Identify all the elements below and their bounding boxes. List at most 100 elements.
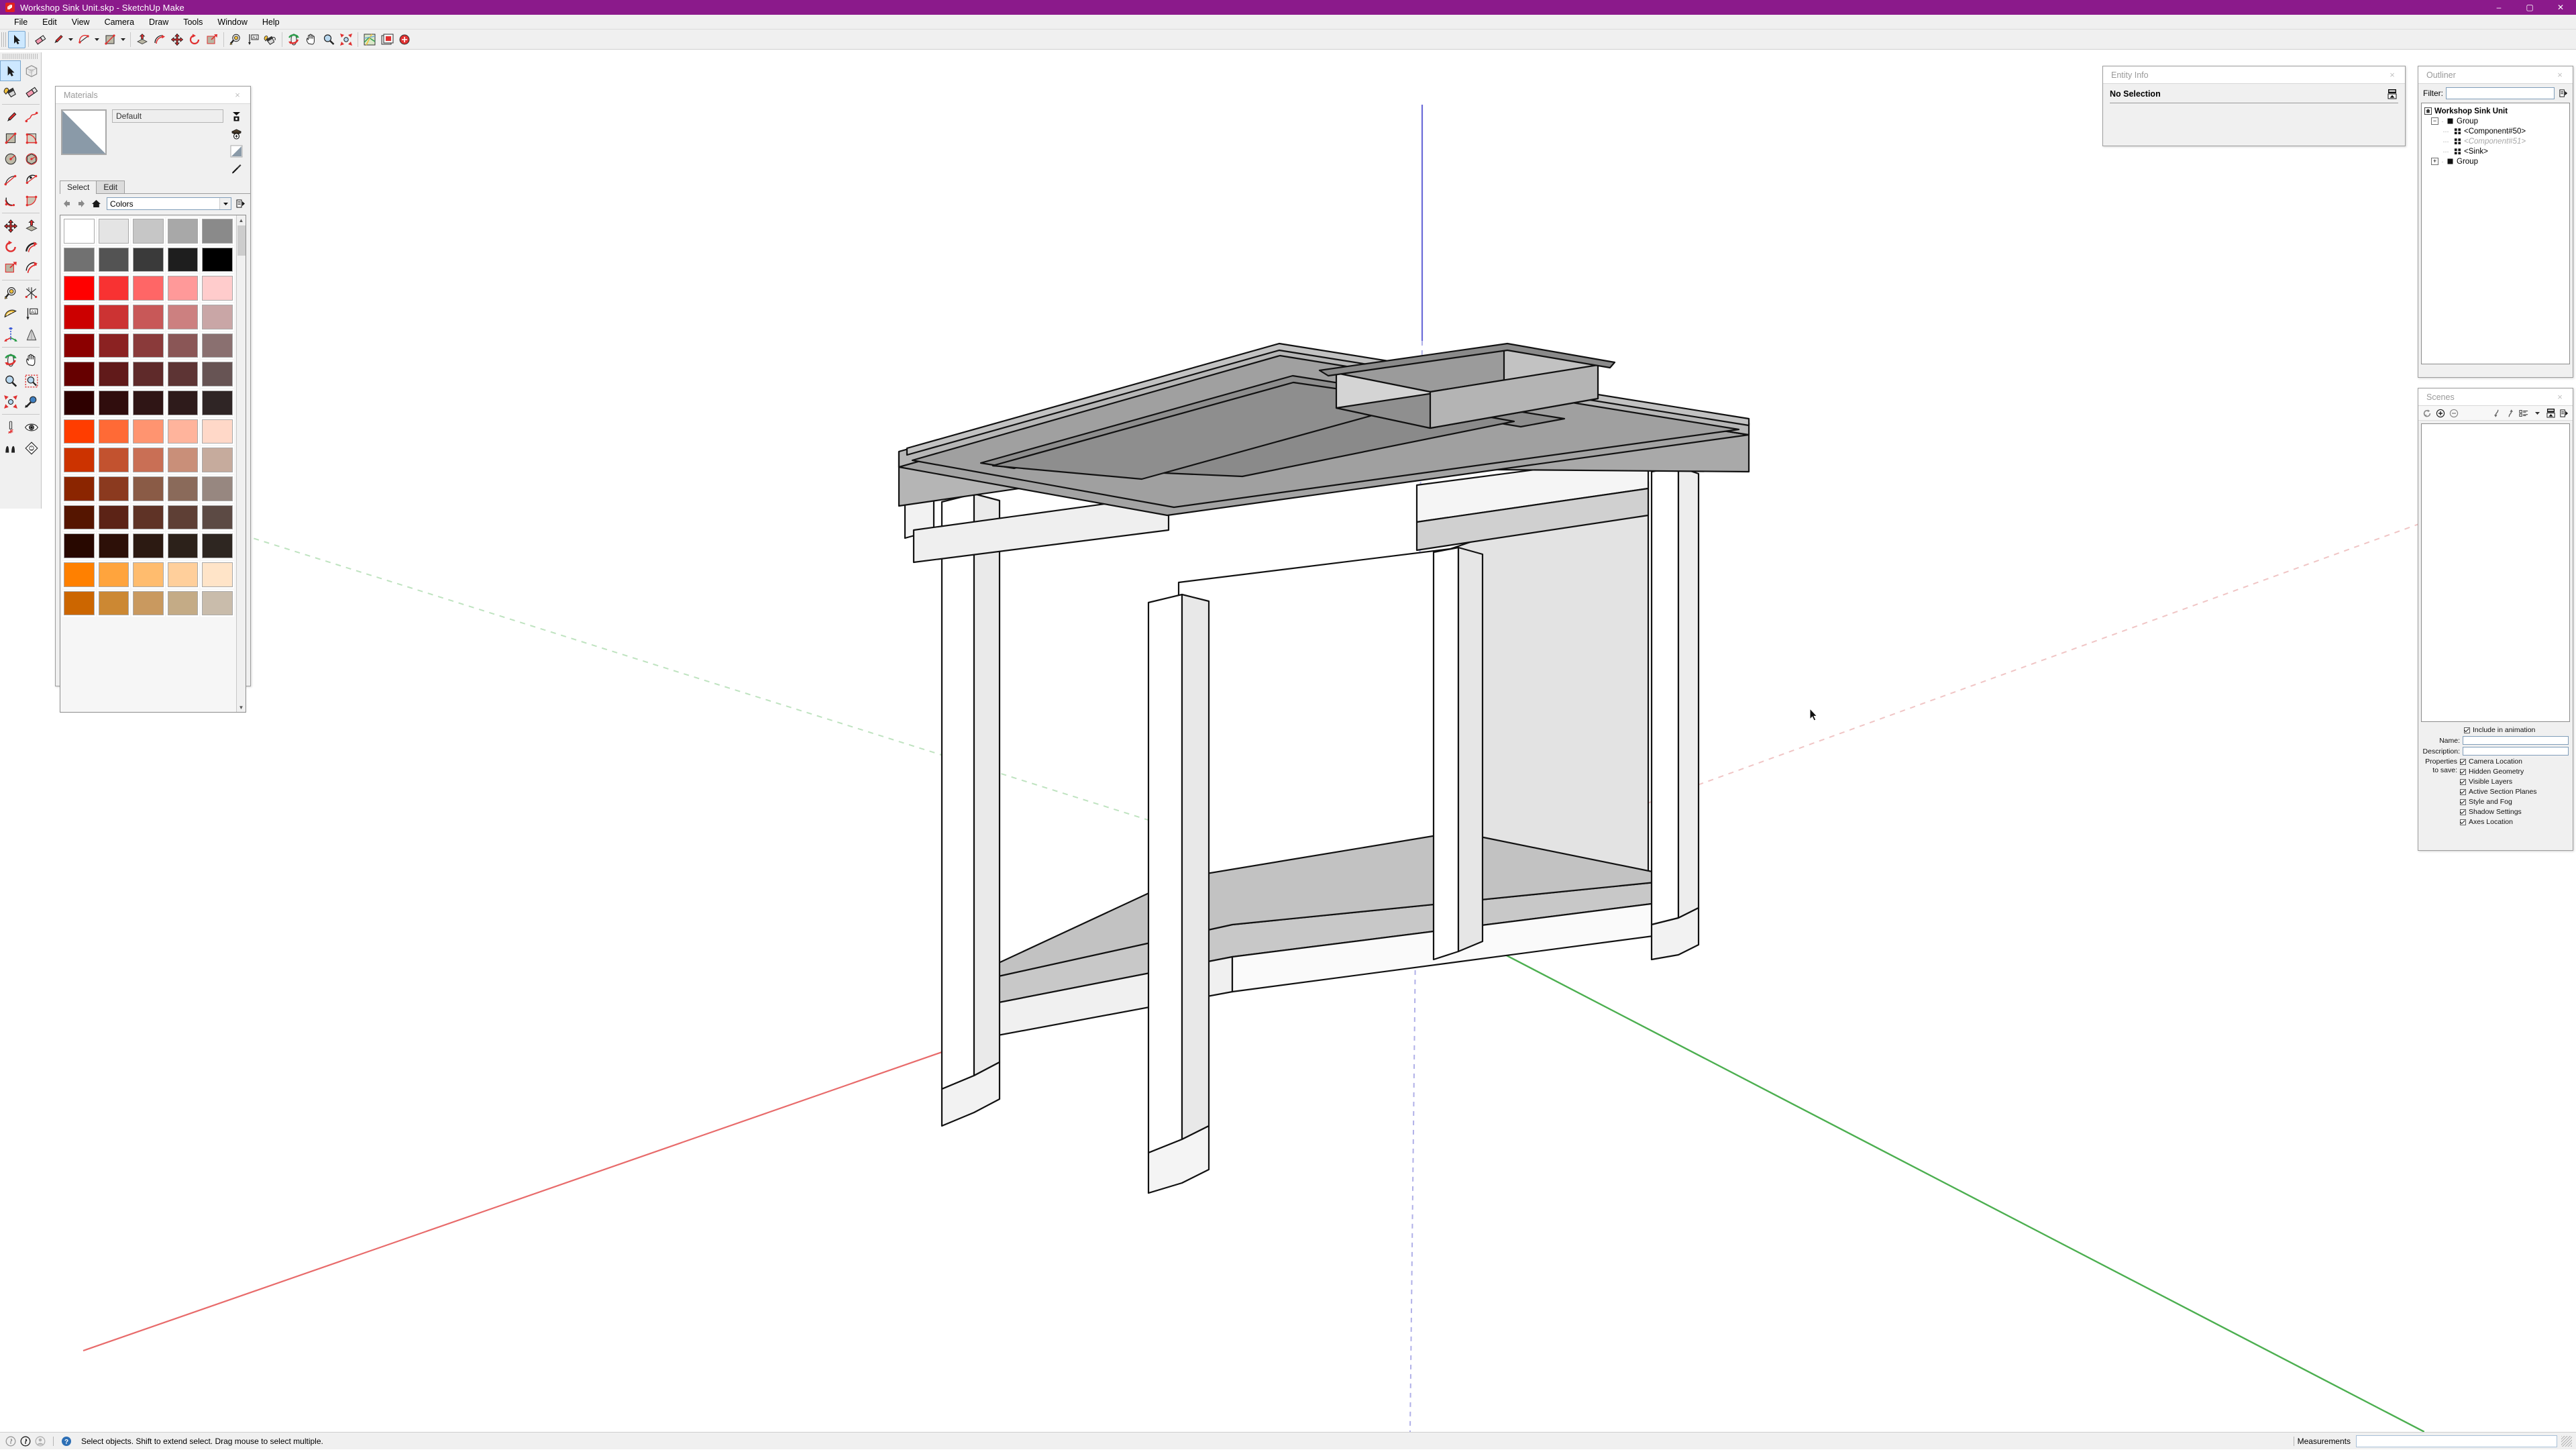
material-swatch[interactable] [97, 418, 131, 446]
lts-walk-tool[interactable] [0, 437, 21, 458]
lts-section-plane-tool[interactable]: C46 [21, 437, 42, 458]
arc-tool-dropdown[interactable] [93, 31, 101, 48]
expand-collapse-icon[interactable] [2544, 407, 2557, 419]
material-swatch[interactable] [62, 360, 96, 388]
material-swatch[interactable] [62, 274, 96, 302]
lts-freehand-tool[interactable] [21, 107, 42, 127]
material-swatch[interactable] [62, 332, 96, 360]
chevron-down-icon[interactable] [219, 198, 231, 209]
material-swatch[interactable] [62, 475, 96, 503]
material-swatch[interactable] [166, 360, 200, 388]
eraser-tool-button[interactable] [32, 31, 49, 48]
share-model-button[interactable] [378, 31, 396, 48]
material-swatch[interactable] [166, 475, 200, 503]
scene-property-checkbox[interactable] [2460, 779, 2466, 785]
move-tool-button[interactable] [168, 31, 186, 48]
material-swatch[interactable] [97, 475, 131, 503]
current-material-swatch[interactable] [61, 109, 107, 155]
material-swatch[interactable] [62, 446, 96, 474]
toolbar-grip[interactable] [1, 32, 6, 47]
lts-look-around-tool[interactable] [21, 417, 42, 437]
arrow-up-hook-icon[interactable] [2504, 407, 2516, 419]
plus-circle-icon[interactable] [2434, 407, 2447, 419]
material-swatch[interactable] [201, 475, 234, 503]
lts-make-component-tool[interactable] [21, 60, 42, 81]
material-swatch[interactable] [97, 217, 131, 245]
material-swatch[interactable] [201, 532, 234, 560]
material-swatch-grid[interactable] [60, 215, 236, 712]
material-swatch[interactable] [166, 446, 200, 474]
material-swatch[interactable] [62, 504, 96, 531]
materials-panel-close-icon[interactable]: × [227, 89, 248, 102]
outliner-node[interactable]: ···<Component#50> [2424, 126, 2567, 136]
material-swatch[interactable] [131, 360, 165, 388]
refresh-icon[interactable] [2421, 407, 2433, 419]
scale-tool-button[interactable] [203, 31, 221, 48]
menu-item-help[interactable]: Help [255, 15, 287, 29]
material-swatch[interactable] [62, 561, 96, 588]
expand-collapse-icon[interactable] [2386, 88, 2398, 100]
credits-icon[interactable] [20, 1436, 31, 1447]
lts-scale-tool[interactable] [0, 257, 21, 278]
geo-location-icon[interactable] [5, 1436, 16, 1447]
tab-edit[interactable]: Edit [96, 180, 125, 193]
material-swatch[interactable] [62, 246, 96, 274]
material-swatch[interactable] [131, 475, 165, 503]
lts-offset-tool[interactable] [21, 257, 42, 278]
resize-grip-icon[interactable] [2561, 1436, 2572, 1447]
details-flyout-icon[interactable] [235, 198, 246, 209]
material-swatch[interactable] [62, 303, 96, 331]
material-library-select[interactable]: Colors [107, 197, 231, 210]
scene-property-row[interactable]: Visible Layers [2460, 778, 2569, 786]
scenes-list[interactable] [2421, 423, 2570, 722]
arc-tool-button[interactable] [75, 31, 93, 48]
lts-eraser-tool[interactable] [21, 81, 42, 102]
material-swatch[interactable] [166, 532, 200, 560]
lts-tape-measure-tool[interactable] [0, 282, 21, 303]
scene-name-input[interactable] [2463, 736, 2569, 745]
material-swatch[interactable] [97, 590, 131, 617]
material-swatch[interactable] [131, 389, 165, 417]
scene-property-row[interactable]: Shadow Settings [2460, 808, 2569, 816]
scenes-close-icon[interactable]: × [2550, 391, 2570, 404]
expand-node-icon[interactable]: + [2431, 158, 2438, 165]
line-tool-dropdown[interactable] [66, 31, 75, 48]
scene-property-row[interactable]: Axes Location [2460, 818, 2569, 826]
material-swatch[interactable] [131, 504, 165, 531]
tape-measure-tool-button[interactable] [227, 31, 244, 48]
material-swatch[interactable] [201, 446, 234, 474]
material-swatch[interactable] [166, 332, 200, 360]
outliner-node[interactable]: −·Group [2424, 116, 2567, 126]
scrollbar-thumb[interactable] [237, 225, 246, 256]
measurements-input[interactable] [2356, 1435, 2557, 1447]
material-swatch[interactable] [201, 246, 234, 274]
create-material-icon[interactable] [229, 109, 244, 123]
material-swatch[interactable] [131, 246, 165, 274]
scene-property-row[interactable]: Camera Location [2460, 758, 2569, 766]
lts-zoom-tool[interactable] [0, 370, 21, 391]
material-swatch[interactable] [131, 418, 165, 446]
material-swatch[interactable] [166, 217, 200, 245]
zoom-extents-tool-button[interactable] [337, 31, 355, 48]
material-swatch[interactable] [97, 446, 131, 474]
chevron-down-icon[interactable]: ▼ [237, 703, 246, 712]
menu-item-view[interactable]: View [64, 15, 97, 29]
outliner-node[interactable]: Workshop Sink Unit [2424, 106, 2567, 116]
include-in-animation-row[interactable]: Include in animation [2422, 726, 2569, 734]
material-swatch[interactable] [131, 446, 165, 474]
material-swatch[interactable] [97, 274, 131, 302]
material-swatch[interactable] [97, 303, 131, 331]
material-swatch[interactable] [131, 532, 165, 560]
lts-select-tool[interactable] [0, 60, 21, 81]
dimension-tool-button[interactable]: A1 [244, 31, 262, 48]
lts-rectangle-tool[interactable] [0, 127, 21, 148]
arrow-right-icon[interactable] [76, 198, 87, 209]
minimize-button[interactable]: – [2483, 0, 2514, 15]
pushpull-tool-button[interactable] [133, 31, 151, 48]
material-swatch[interactable] [62, 389, 96, 417]
lts-polygon-tool[interactable] [21, 148, 42, 169]
lts-rotate-tool[interactable] [0, 236, 21, 257]
material-swatch[interactable] [166, 303, 200, 331]
scene-property-checkbox[interactable] [2460, 819, 2466, 825]
scene-property-checkbox[interactable] [2460, 769, 2466, 775]
